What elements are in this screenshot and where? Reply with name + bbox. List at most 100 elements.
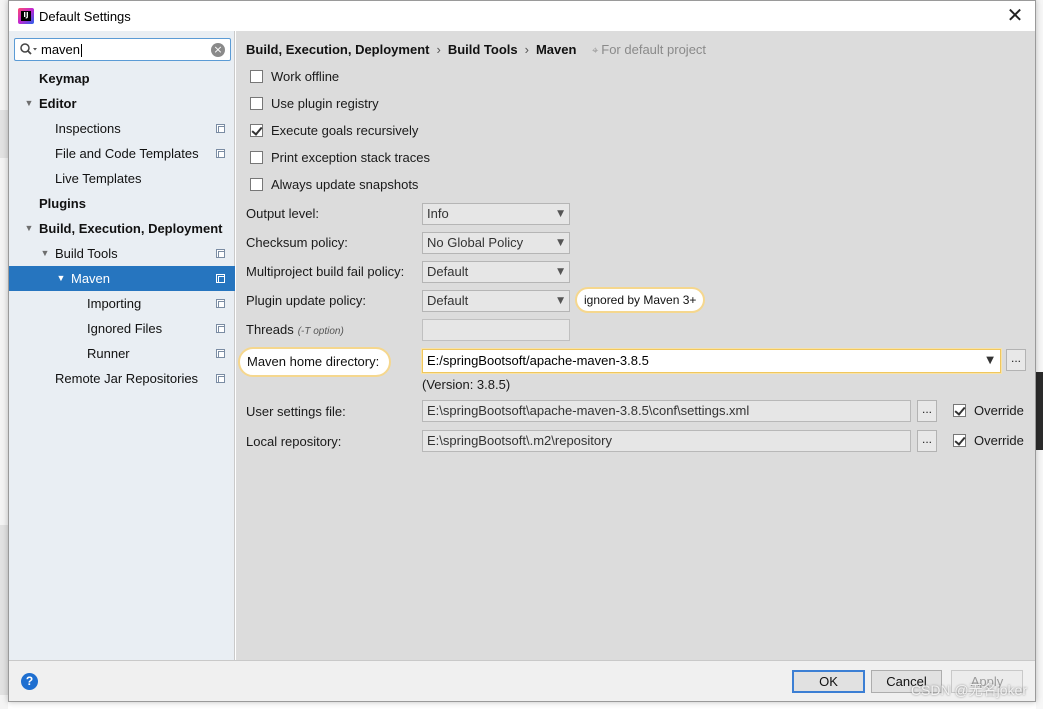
default-project-note: ⌖ For default project	[592, 42, 707, 57]
settings-tree-panel: maven × Keymap ▼ Editor Inspections File and…	[9, 31, 235, 660]
maven-home-label: Maven home directory:	[238, 347, 392, 377]
project-level-icon	[216, 249, 225, 258]
user-settings-field[interactable]: E:\springBootsoft\apache-maven-3.8.5\con…	[422, 400, 911, 422]
user-settings-label: User settings file:	[246, 404, 346, 419]
plugin-update-policy-select[interactable]: Default ▼	[422, 290, 570, 312]
tree-item-label: File and Code Templates	[55, 146, 199, 161]
tree-item-runner[interactable]: Runner	[9, 341, 235, 366]
checkbox-icon	[250, 124, 263, 138]
multiproject-fail-policy-label: Multiproject build fail policy:	[246, 264, 405, 279]
tree-item-file-and-code-templates[interactable]: File and Code Templates	[9, 141, 235, 166]
checkbox-icon	[953, 434, 966, 448]
settings-dialog: IJ Default Settings ✕ maven × Keymap ▼ Edi…	[8, 0, 1036, 702]
project-level-icon	[216, 324, 225, 333]
project-level-icon	[216, 274, 225, 283]
checkbox-icon	[250, 178, 263, 192]
tree-item-plugins[interactable]: Plugins	[9, 191, 235, 216]
tree-item-label: Remote Jar Repositories	[55, 371, 199, 386]
search-query[interactable]: maven	[41, 42, 83, 58]
tree-item-build-execution-deployment[interactable]: ▼ Build, Execution, Deployment	[9, 216, 235, 241]
threads-label: Threads (-T option)	[246, 322, 344, 337]
tree-item-label: Build Tools	[55, 246, 118, 261]
tree-item-label: Keymap	[39, 71, 90, 86]
expand-arrow-icon[interactable]: ▼	[23, 216, 35, 241]
chevron-down-icon: ▼	[557, 238, 564, 248]
maven3-ignored-note: ignored by Maven 3+	[575, 287, 706, 313]
checkbox-execute-goals-recursively[interactable]: Execute goals recursively	[250, 122, 418, 140]
tree-item-label: Plugins	[39, 196, 86, 211]
expand-arrow-icon[interactable]: ▼	[23, 91, 35, 116]
dialog-button-bar: ? OK Cancel Apply	[9, 660, 1035, 701]
checkbox-label: Work offline	[271, 69, 340, 84]
expand-arrow-icon[interactable]: ▼	[55, 266, 67, 291]
checkbox-label: Use plugin registry	[271, 96, 379, 111]
tree-item-build-tools[interactable]: ▼ Build Tools	[9, 241, 235, 266]
settings-search-field[interactable]: maven ×	[14, 38, 231, 61]
project-level-icon	[216, 349, 225, 358]
checksum-policy-label: Checksum policy:	[246, 235, 348, 250]
settings-tree: Keymap ▼ Editor Inspections File and Code Te…	[9, 66, 235, 391]
close-icon[interactable]: ✕	[1003, 4, 1027, 28]
ok-button[interactable]: OK	[792, 670, 865, 693]
checkbox-icon	[250, 97, 263, 111]
multiproject-fail-policy-select[interactable]: Default ▼	[422, 261, 570, 283]
tree-item-label: Ignored Files	[87, 321, 163, 336]
breadcrumb-item: Build Tools	[447, 42, 518, 57]
checkbox-icon	[250, 70, 263, 84]
tree-item-label: Editor	[39, 96, 77, 111]
maven-version-text: (Version: 3.8.5)	[422, 377, 511, 392]
local-repository-override-checkbox[interactable]: Override	[953, 432, 1024, 450]
checkbox-label: Always update snapshots	[271, 177, 419, 192]
local-repository-field[interactable]: E:\springBootsoft\.m2\repository	[422, 430, 911, 452]
checkbox-work-offline[interactable]: Work offline	[250, 68, 339, 86]
maven-settings-panel: Build, Execution, Deployment › Build Tools…	[236, 31, 1035, 660]
local-repository-browse-button[interactable]: ...	[917, 430, 937, 452]
maven-home-browse-button[interactable]: ...	[1006, 349, 1026, 371]
user-settings-override-checkbox[interactable]: Override	[953, 402, 1024, 420]
checkbox-icon	[953, 404, 966, 418]
project-level-icon	[216, 374, 225, 383]
clear-search-icon[interactable]: ×	[211, 43, 225, 57]
csdn-watermark: CSDN @无名joker	[910, 682, 1027, 698]
project-level-icon	[216, 124, 225, 133]
chevron-down-icon: ▼	[557, 296, 564, 306]
local-repository-label: Local repository:	[246, 434, 342, 449]
search-icon	[20, 43, 37, 55]
background-window-right	[1036, 0, 1043, 709]
dialog-title: Default Settings	[39, 9, 131, 24]
checkbox-print-exception-stack-traces[interactable]: Print exception stack traces	[250, 149, 430, 167]
checkbox-use-plugin-registry[interactable]: Use plugin registry	[250, 95, 379, 113]
background-panel	[0, 110, 8, 158]
tree-item-inspections[interactable]: Inspections	[9, 116, 235, 141]
threads-input[interactable]	[422, 319, 570, 341]
user-settings-browse-button[interactable]: ...	[917, 400, 937, 422]
breadcrumb-separator-icon: ›	[524, 42, 529, 57]
tree-item-ignored-files[interactable]: Ignored Files	[9, 316, 235, 341]
tree-item-live-templates[interactable]: Live Templates	[9, 166, 235, 191]
help-icon[interactable]: ?	[21, 673, 38, 690]
maven-home-select[interactable]: E:/springBootsoft/apache-maven-3.8.5 ▼	[422, 349, 1001, 373]
checksum-policy-select[interactable]: No Global Policy ▼	[422, 232, 570, 254]
tree-item-label: Live Templates	[55, 171, 142, 186]
breadcrumb-item: Maven	[535, 42, 577, 57]
checkbox-label: Execute goals recursively	[271, 123, 419, 138]
tree-item-maven[interactable]: ▼ Maven	[9, 266, 235, 291]
project-icon: ⌖	[592, 45, 599, 57]
output-level-select[interactable]: Info ▼	[422, 203, 570, 225]
tree-item-label: Build, Execution, Deployment	[39, 221, 223, 236]
expand-arrow-icon[interactable]: ▼	[39, 241, 51, 266]
checkbox-always-update-snapshots[interactable]: Always update snapshots	[250, 176, 418, 194]
breadcrumb: Build, Execution, Deployment › Build Tools…	[246, 42, 706, 58]
breadcrumb-item: Build, Execution, Deployment	[246, 42, 430, 57]
plugin-update-policy-label: Plugin update policy:	[246, 293, 366, 308]
tree-item-editor[interactable]: ▼ Editor	[9, 91, 235, 116]
tree-item-keymap[interactable]: Keymap	[9, 66, 235, 91]
checkbox-label: Print exception stack traces	[271, 150, 430, 165]
tree-item-importing[interactable]: Importing	[9, 291, 235, 316]
output-level-label: Output level:	[246, 206, 319, 221]
chevron-down-icon: ▼	[557, 209, 564, 219]
background-panel	[0, 525, 8, 695]
tree-item-remote-jar-repositories[interactable]: Remote Jar Repositories	[9, 366, 235, 391]
threads-hint: (-T option)	[297, 326, 344, 337]
checkbox-icon	[250, 151, 263, 165]
